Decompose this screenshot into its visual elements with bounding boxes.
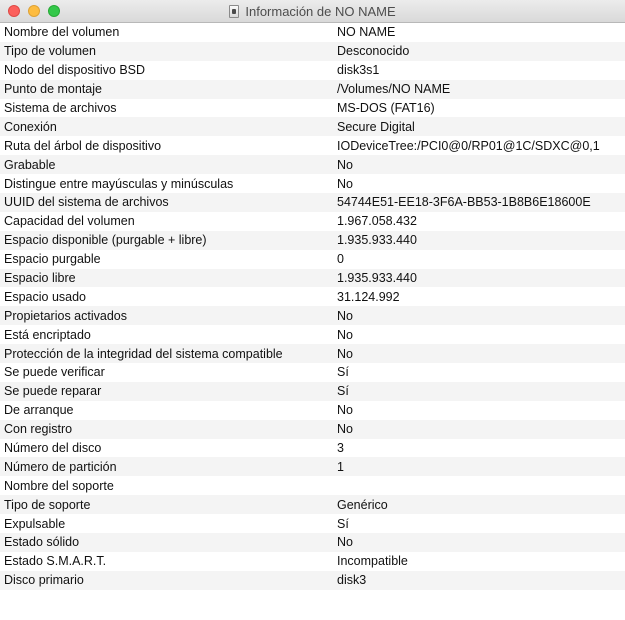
row-key: Nombre del volumen <box>4 25 120 40</box>
window-title: Información de NO NAME <box>245 3 396 19</box>
row-key: Tipo de soporte <box>4 497 91 512</box>
title-bar[interactable]: Información de NO NAME <box>0 0 625 23</box>
row-key: Punto de montaje <box>4 82 102 97</box>
window-title-area: Información de NO NAME <box>0 0 625 22</box>
table-row[interactable]: Grabable No <box>0 155 625 175</box>
row-key: Número de partición <box>4 459 117 474</box>
row-key: Está encriptado <box>4 327 91 342</box>
table-row[interactable]: Ruta del árbol de dispositivo IODeviceTre… <box>0 136 625 156</box>
row-key: Estado sólido <box>4 535 80 550</box>
table-row[interactable]: Con registro No <box>0 419 625 439</box>
table-row[interactable]: Nombre del volumen NO NAME <box>0 23 625 42</box>
table-row[interactable]: Está encriptado No <box>0 325 625 345</box>
row-value: No <box>337 535 353 550</box>
row-value: disk3 <box>337 573 367 588</box>
table-row[interactable] <box>0 589 625 609</box>
table-row[interactable]: Número de partición 1 <box>0 457 625 477</box>
row-value: 1.935.933.440 <box>337 271 417 286</box>
row-key: Capacidad del volumen <box>4 214 135 229</box>
table-row[interactable]: Sistema de archivos MS-DOS (FAT16) <box>0 98 625 118</box>
row-key: Tipo de volumen <box>4 44 96 59</box>
table-row[interactable]: Se puede verificar Sí <box>0 363 625 382</box>
table-row[interactable]: Tipo de volumen Desconocido <box>0 41 625 61</box>
row-value: Genérico <box>337 497 388 512</box>
row-key: Espacio disponible (purgable + libre) <box>4 233 207 248</box>
table-row[interactable]: Espacio libre 1.935.933.440 <box>0 268 625 288</box>
table-row[interactable]: Expulsable Sí <box>0 514 625 534</box>
table-row[interactable]: Se puede reparar Sí <box>0 381 625 401</box>
row-key: Grabable <box>4 157 56 172</box>
row-key: Nodo del dispositivo BSD <box>4 63 146 78</box>
row-value: No <box>337 403 353 418</box>
table-row[interactable]: Disco primario disk3 <box>0 570 625 590</box>
table-row[interactable]: Tipo de soporte Genérico <box>0 495 625 515</box>
row-value: Sí <box>337 516 349 531</box>
row-key: Estado S.M.A.R.T. <box>4 554 107 569</box>
row-value: Sí <box>337 384 349 399</box>
table-row[interactable]: Espacio disponible (purgable + libre) 1.9… <box>0 230 625 250</box>
table-row[interactable]: Espacio purgable 0 <box>0 249 625 269</box>
row-key: De arranque <box>4 403 74 418</box>
row-value: MS-DOS (FAT16) <box>337 101 435 115</box>
row-key: Expulsable <box>4 516 66 531</box>
row-key: Nombre del soporte <box>4 478 114 493</box>
info-window: Información de NO NAME Nombre del volume… <box>0 0 625 620</box>
row-value: Desconocido <box>337 44 410 59</box>
row-key: Con registro <box>4 422 73 437</box>
row-value: NO NAME <box>337 25 396 40</box>
row-value: 31.124.992 <box>337 289 400 304</box>
row-value: No <box>337 157 353 172</box>
row-key: Espacio libre <box>4 271 76 286</box>
table-row[interactable]: Nombre del soporte <box>0 476 625 496</box>
table-row[interactable]: Protección de la integridad del sistema … <box>0 344 625 364</box>
row-value: 1.935.933.440 <box>337 233 417 248</box>
row-value: /Volumes/NO NAME <box>337 82 451 97</box>
table-row[interactable]: Nodo del dispositivo BSD disk3s1 <box>0 60 625 80</box>
table-row[interactable]: Distingue entre mayúsculas y minúsculas N… <box>0 174 625 194</box>
row-value: IODeviceTree:/PCI0@0/RP01@1C/SDXC@0,1 <box>337 138 600 153</box>
row-value: No <box>337 176 353 191</box>
table-row[interactable]: Conexión Secure Digital <box>0 117 625 137</box>
row-value: disk3s1 <box>337 63 380 78</box>
row-key: Propietarios activados <box>4 308 127 323</box>
row-value: 1 <box>337 459 344 474</box>
row-value: Secure Digital <box>337 119 415 134</box>
row-value: No <box>337 308 353 323</box>
document-icon <box>229 4 240 18</box>
table-row[interactable]: Estado sólido No <box>0 533 625 552</box>
info-table: Nombre del volumen NO NAME Tipo de volumen… <box>0 23 625 620</box>
row-key: Distingue entre mayúsculas y minúsculas <box>4 176 234 191</box>
table-row[interactable]: De arranque No <box>0 400 625 420</box>
table-row[interactable]: Número del disco 3 <box>0 438 625 458</box>
row-key: Número del disco <box>4 441 102 456</box>
row-key: Espacio usado <box>4 289 87 304</box>
table-row[interactable]: Punto de montaje/Volumes/NO NAME <box>0 79 625 99</box>
row-key: Espacio purgable <box>4 252 101 267</box>
row-key: Disco primario <box>4 573 84 588</box>
table-row[interactable]: Estado S.M.A.R.T. Incompatible <box>0 551 625 571</box>
table-row[interactable]: Espacio usado 31.124.992 <box>0 287 625 307</box>
row-value: 3 <box>337 441 344 456</box>
row-value: 54744E51-EE18-3F6A-BB53-1B8B6E18600E <box>337 195 591 210</box>
row-key: Conexión <box>4 119 57 134</box>
row-key: Se puede verificar <box>4 365 105 380</box>
row-value: No <box>337 327 353 342</box>
row-value: 1.967.058.432 <box>337 214 417 229</box>
table-row[interactable]: UUID del sistema de archivos 54744E51-EE1… <box>0 193 625 212</box>
row-key: UUID del sistema de archivos <box>4 195 169 210</box>
row-key: Se puede reparar <box>4 384 102 399</box>
row-value: Sí <box>337 365 349 380</box>
row-key: Sistema de archivos <box>4 101 117 115</box>
row-value: No <box>337 346 353 361</box>
row-key: Protección de la integridad del sistema … <box>4 346 283 361</box>
row-value: No <box>337 422 353 437</box>
row-key: Ruta del árbol de dispositivo <box>4 138 162 153</box>
row-value: 0 <box>337 252 344 267</box>
row-value: Incompatible <box>337 554 408 569</box>
table-row[interactable]: Capacidad del volumen 1.967.058.432 <box>0 211 625 231</box>
table-row[interactable]: Propietarios activados No <box>0 306 625 326</box>
